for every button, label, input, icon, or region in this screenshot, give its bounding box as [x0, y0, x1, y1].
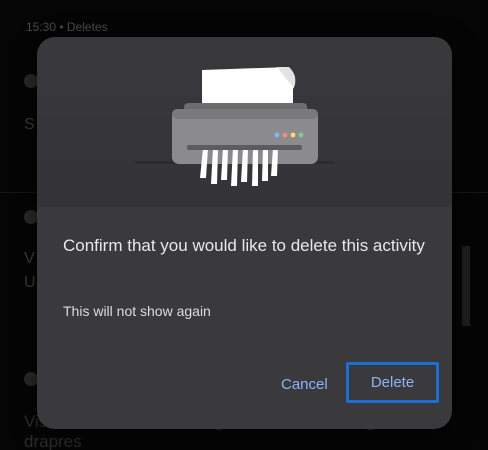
paper-shredder-icon	[135, 67, 335, 186]
background-row-text: S	[24, 116, 35, 133]
background-row-text: V	[24, 250, 35, 267]
background-thumbnail	[462, 246, 470, 326]
background-bottom-text: drapres	[24, 432, 82, 450]
dialog-subtitle: This will not show again	[63, 303, 211, 319]
delete-confirmation-dialog: Confirm that you would like to delete th…	[37, 37, 452, 429]
background-row-text: U	[24, 274, 36, 291]
background-avatar-icon	[24, 372, 38, 386]
dialog-illustration-area	[37, 37, 452, 207]
background-avatar-icon	[24, 210, 38, 224]
background-avatar-icon	[24, 74, 38, 88]
background-status-text: 15:30 • Deletes	[26, 20, 108, 34]
dialog-title: Confirm that you would like to delete th…	[63, 236, 425, 255]
delete-button[interactable]: Delete	[346, 362, 439, 403]
cancel-button[interactable]: Cancel	[277, 372, 332, 396]
screen: 15:30 • Deletes S V U Visited microsoft.…	[0, 0, 488, 450]
